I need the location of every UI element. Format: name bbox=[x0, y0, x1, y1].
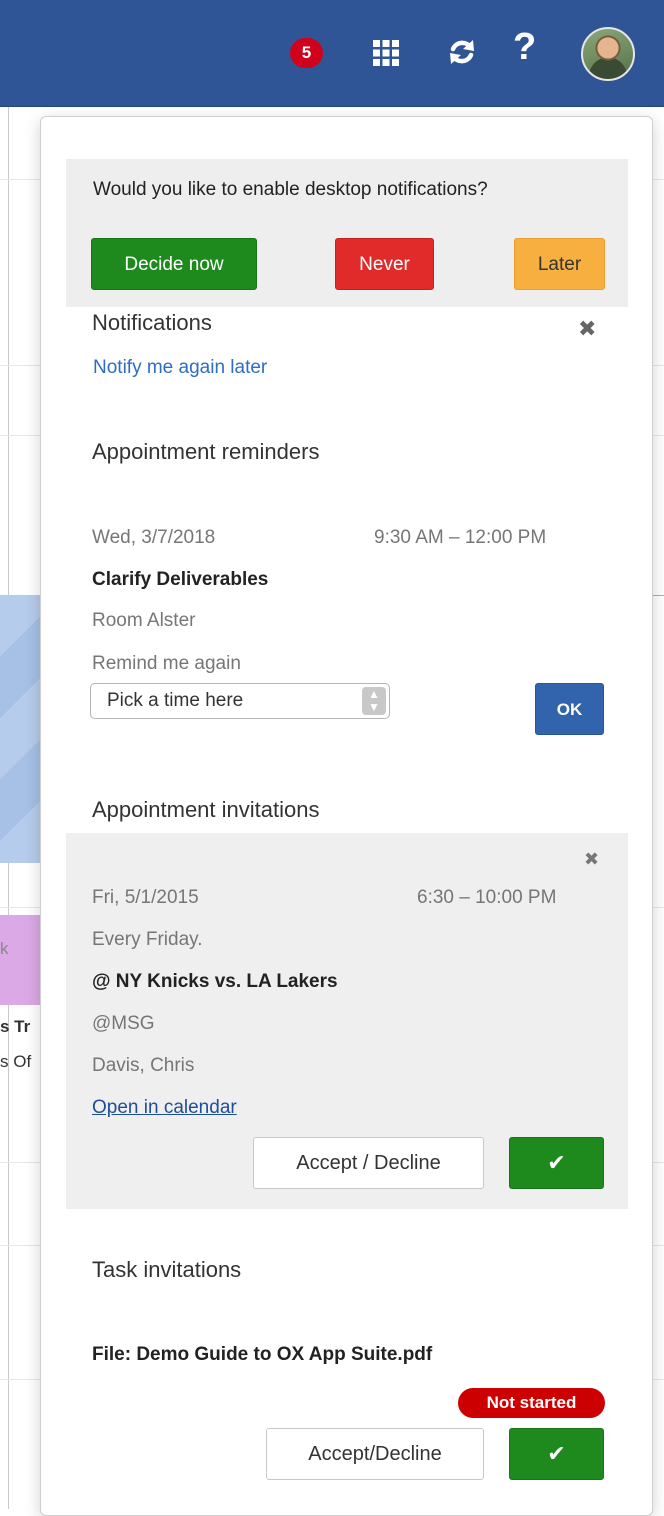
background-event-purple[interactable] bbox=[0, 915, 40, 1005]
check-icon: ✔ bbox=[547, 1441, 566, 1466]
check-icon: ✔ bbox=[547, 1150, 566, 1175]
background-text: s Of bbox=[0, 1052, 32, 1071]
reminder-title: Clarify Deliverables bbox=[92, 569, 269, 590]
task-invitations-title: Task invitations bbox=[92, 1257, 242, 1282]
apps-grid-icon[interactable] bbox=[373, 40, 399, 66]
invitation-recurrence: Every Friday. bbox=[92, 929, 203, 950]
reminder-time: 9:30 AM – 12:00 PM bbox=[374, 527, 547, 548]
close-icon[interactable]: ✖ bbox=[584, 849, 599, 870]
later-button[interactable]: Later bbox=[514, 238, 605, 290]
invitation-organizer: Davis, Chris bbox=[92, 1055, 195, 1076]
decide-now-button[interactable]: Decide now bbox=[91, 238, 257, 290]
desktop-notification-banner: Would you like to enable desktop notific… bbox=[66, 159, 628, 307]
remind-time-select[interactable]: Pick a time here ▲ ▼ bbox=[90, 683, 390, 719]
avatar[interactable] bbox=[581, 27, 635, 81]
ok-button[interactable]: OK bbox=[535, 683, 604, 735]
notification-badge[interactable]: 5 bbox=[290, 38, 323, 68]
top-bar: 5 ? bbox=[0, 0, 664, 107]
notification-panel: Would you like to enable desktop notific… bbox=[40, 116, 653, 1516]
remind-time-select-value: Pick a time here bbox=[107, 690, 244, 711]
invitation-title: @ NY Knicks vs. LA Lakers bbox=[92, 971, 338, 992]
open-in-calendar-link[interactable]: Open in calendar bbox=[92, 1097, 237, 1119]
background-text: k bbox=[0, 939, 9, 958]
remind-me-again-label: Remind me again bbox=[92, 653, 241, 674]
accept-check-button[interactable]: ✔ bbox=[509, 1137, 604, 1189]
status-badge: Not started bbox=[458, 1388, 605, 1418]
never-button[interactable]: Never bbox=[335, 238, 434, 290]
appointment-invitation-card: ✖ Fri, 5/1/2015 6:30 – 10:00 PM Every Fr… bbox=[66, 833, 628, 1209]
task-accept-decline-button[interactable]: Accept/Decline bbox=[266, 1428, 484, 1480]
notify-me-again-later-link[interactable]: Notify me again later bbox=[93, 357, 267, 379]
help-icon[interactable]: ? bbox=[513, 28, 536, 66]
notifications-title: Notifications bbox=[92, 310, 212, 335]
background-text: s Tr bbox=[0, 1017, 31, 1036]
background-event-blue[interactable] bbox=[0, 595, 40, 863]
invitation-time: 6:30 – 10:00 PM bbox=[417, 887, 557, 908]
appointment-invitations-title: Appointment invitations bbox=[92, 797, 320, 822]
close-icon[interactable]: ✖ bbox=[578, 316, 596, 342]
accept-decline-button[interactable]: Accept / Decline bbox=[253, 1137, 484, 1189]
task-accept-check-button[interactable]: ✔ bbox=[509, 1428, 604, 1480]
desktop-notification-question: Would you like to enable desktop notific… bbox=[93, 179, 488, 200]
task-title: File: Demo Guide to OX App Suite.pdf bbox=[92, 1344, 433, 1365]
reminder-date: Wed, 3/7/2018 bbox=[92, 527, 216, 548]
refresh-icon[interactable] bbox=[447, 37, 477, 67]
select-arrows-icon: ▲ ▼ bbox=[362, 687, 386, 715]
invitation-location: @MSG bbox=[92, 1013, 155, 1034]
invitation-date: Fri, 5/1/2015 bbox=[92, 887, 199, 908]
reminder-location: Room Alster bbox=[92, 610, 196, 631]
appointment-reminders-title: Appointment reminders bbox=[92, 439, 320, 464]
